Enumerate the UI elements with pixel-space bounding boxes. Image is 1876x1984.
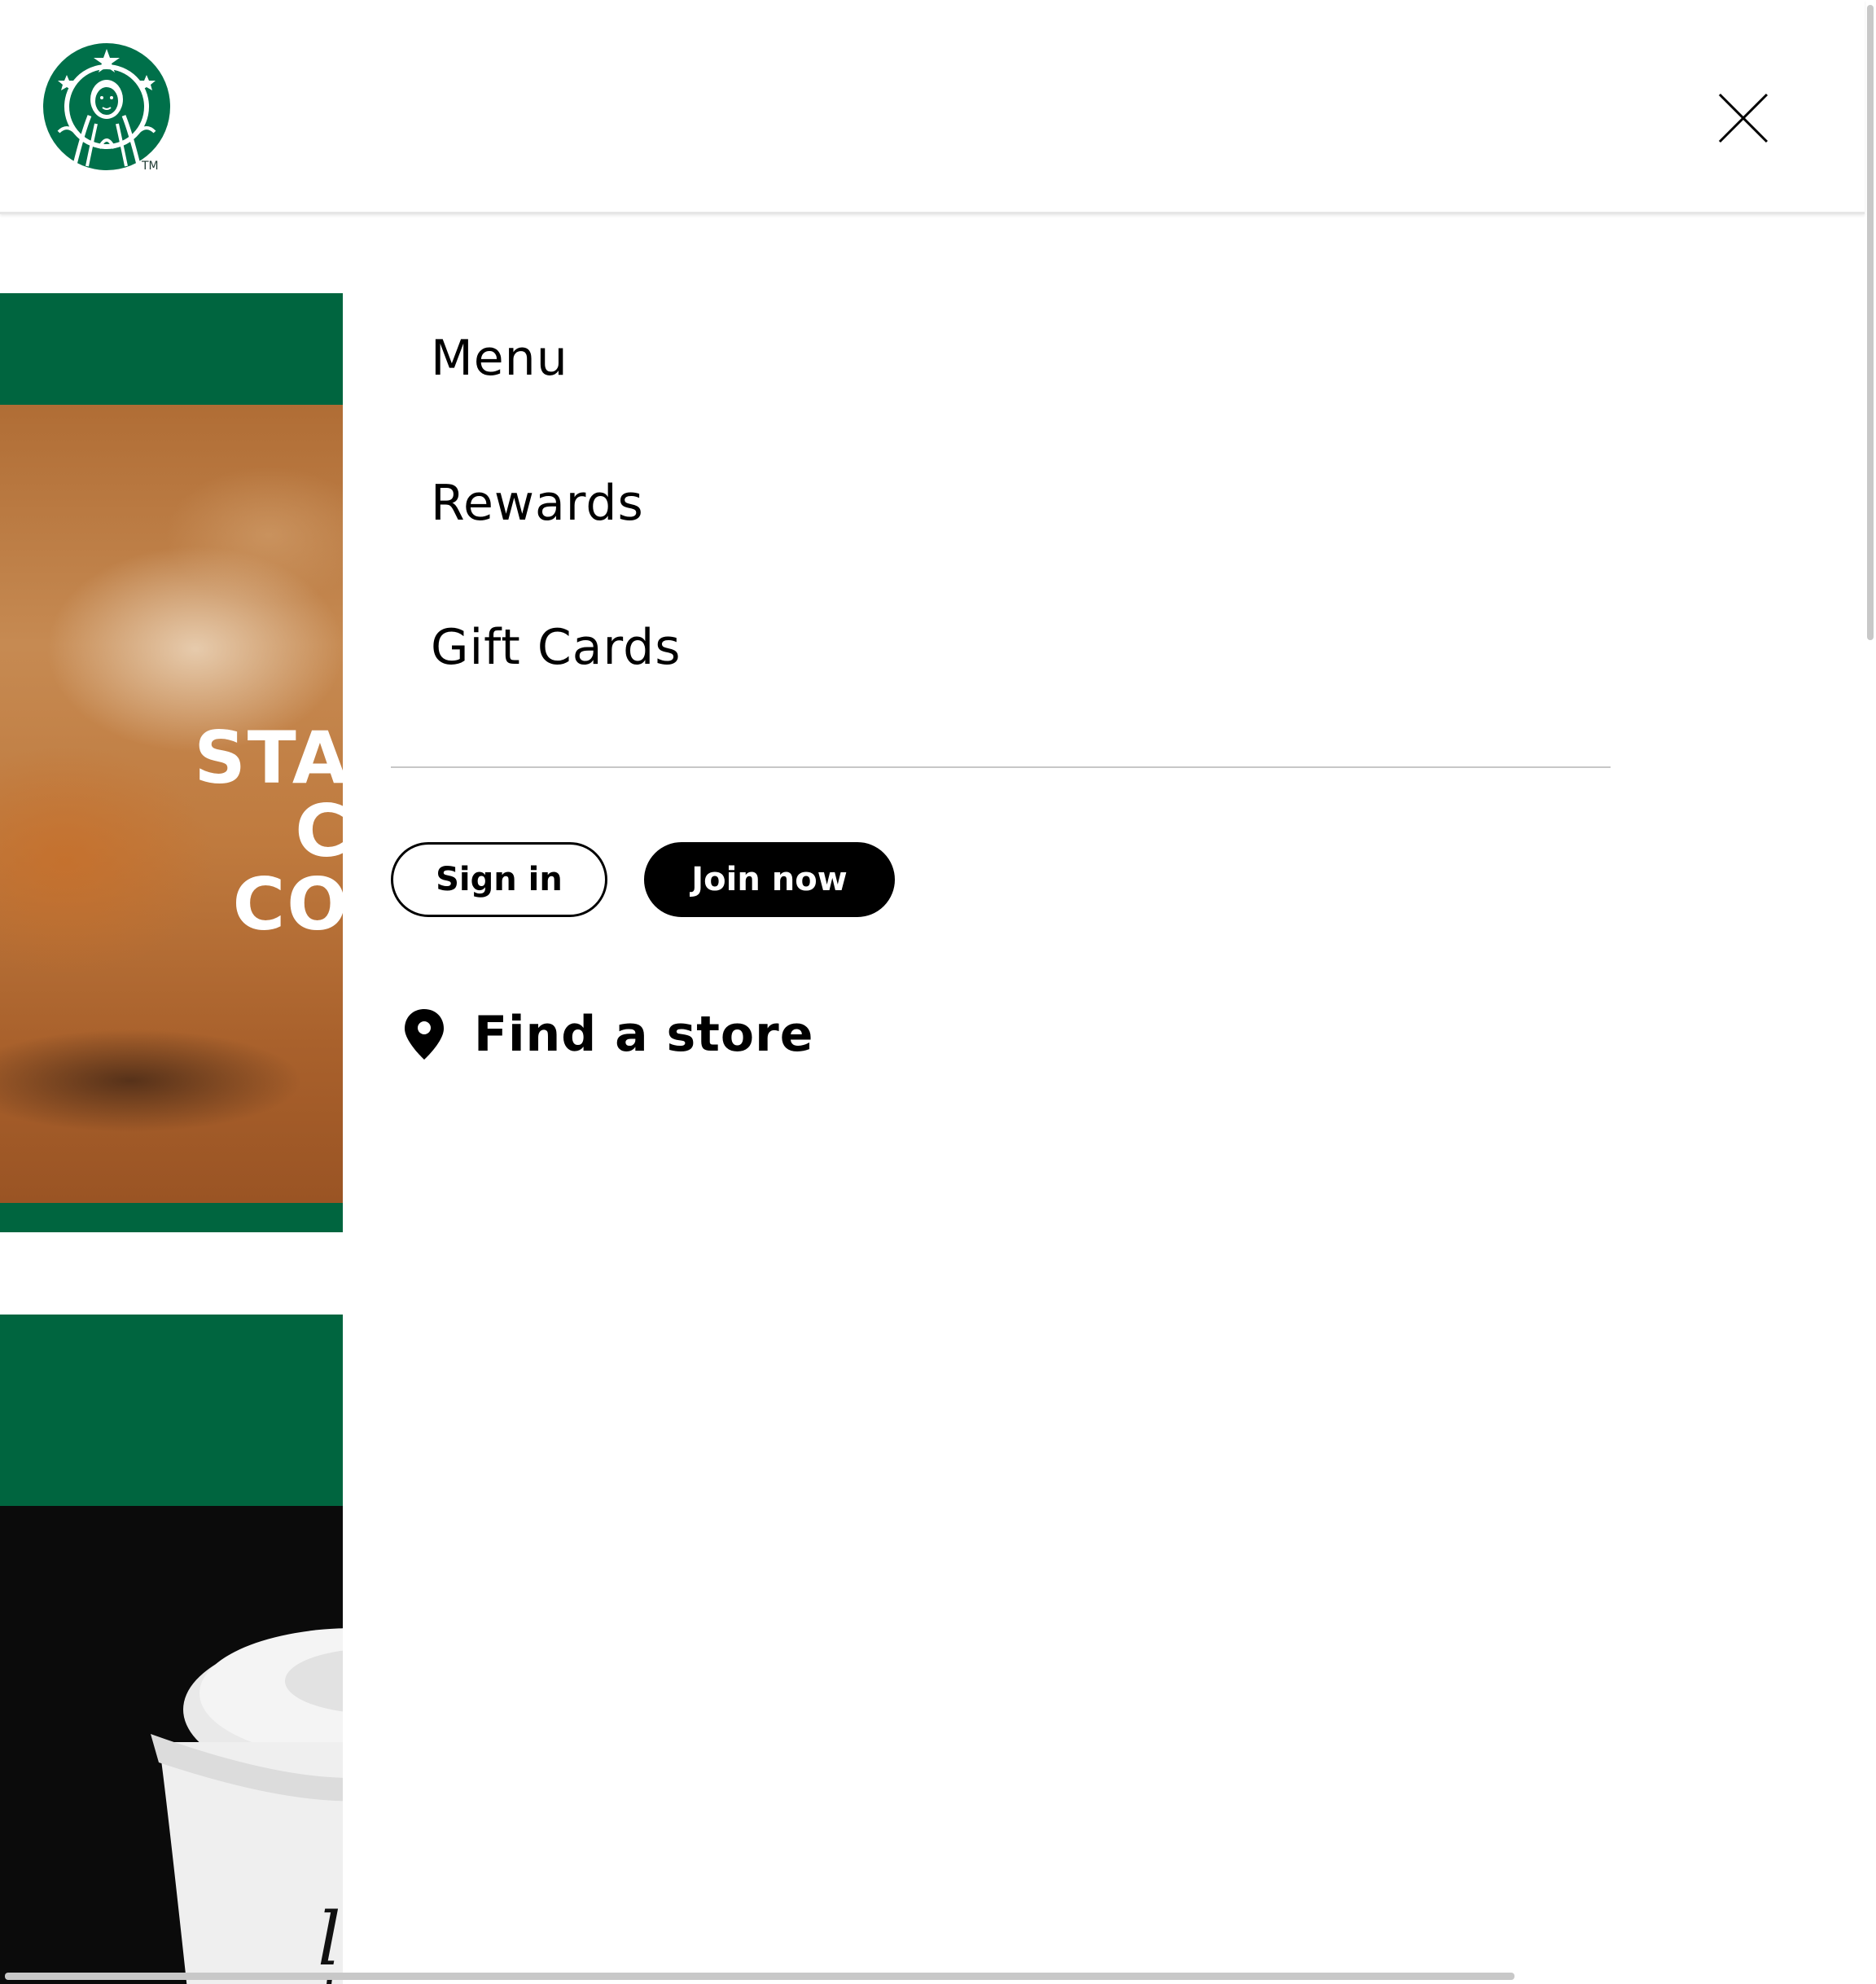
promo-text-line-3: CO <box>232 863 343 946</box>
find-a-store-label: Find a store <box>474 1006 814 1063</box>
close-icon[interactable] <box>1716 91 1770 145</box>
nav-item-menu[interactable]: Menu <box>431 330 568 387</box>
promo-banner-green-top <box>0 293 343 405</box>
nav-item-gift-cards[interactable]: Gift Cards <box>431 619 681 676</box>
nav-item-rewards[interactable]: Rewards <box>431 475 644 532</box>
promo-text-line-1: STA <box>194 716 343 800</box>
location-pin-icon <box>405 1009 444 1060</box>
promo-coffee-image[interactable]: STA C CO <box>0 405 343 1203</box>
cup-handwriting: l <box>318 1897 341 1982</box>
promo-text-line-2: C <box>295 789 343 873</box>
promo-banner-green-bottom <box>0 1203 343 1232</box>
sign-in-button[interactable]: Sign in <box>391 842 607 917</box>
nav-divider <box>391 766 1611 768</box>
horizontal-scrollbar-thumb[interactable] <box>5 1973 1514 1980</box>
find-a-store-link[interactable]: Find a store <box>402 1002 813 1067</box>
coffee-cup-image <box>151 1628 343 1984</box>
vertical-scrollbar-thumb[interactable] <box>1867 5 1874 640</box>
logo-trademark: TM <box>142 160 159 173</box>
join-now-button[interactable]: Join now <box>644 842 895 917</box>
site-header: TM <box>0 0 1865 214</box>
promo2-banner-green <box>0 1315 343 1506</box>
promo2-cup-image[interactable]: l <box>0 1506 343 1984</box>
starbucks-logo-icon[interactable] <box>42 42 171 171</box>
